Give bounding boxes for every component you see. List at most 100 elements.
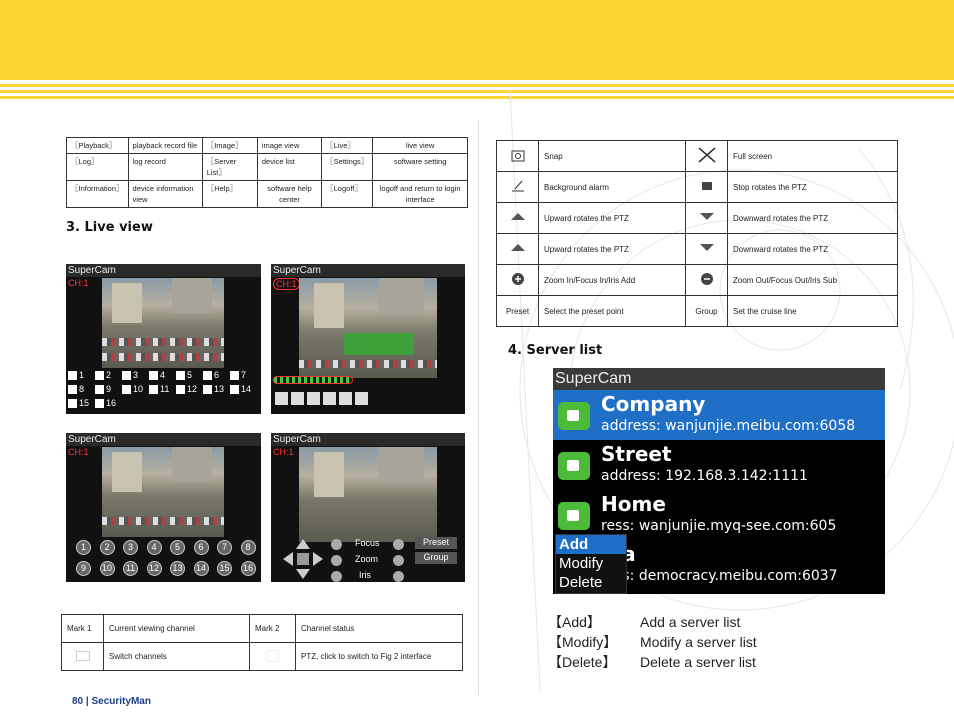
channel-checkbox[interactable]: 13 <box>203 384 224 394</box>
fullscreen-icon[interactable] <box>339 392 352 405</box>
legend-key: 【Delete】 <box>548 654 617 670</box>
plus-icon[interactable] <box>331 555 342 566</box>
snap-icon[interactable] <box>323 392 336 405</box>
channel-number-button[interactable]: 9 <box>76 561 91 576</box>
channel-number-button[interactable]: 6 <box>193 540 209 555</box>
channel-checkbox[interactable]: 1 <box>68 370 84 380</box>
background-alarm-icon[interactable] <box>355 392 368 405</box>
table-cell <box>685 202 728 234</box>
menu-item-delete[interactable]: Delete <box>556 573 626 592</box>
channel-number-button[interactable]: 13 <box>170 561 185 576</box>
channel-number-button[interactable]: 7 <box>217 540 232 555</box>
channel-checkbox[interactable]: 6 <box>203 370 219 380</box>
plus-icon[interactable] <box>331 571 342 582</box>
channel-number: 8 <box>79 384 85 394</box>
stop-icon[interactable] <box>307 392 320 405</box>
mark-table: Mark 1 Current viewing channel Mark 2 Ch… <box>61 614 463 671</box>
focus-label: Focus <box>355 538 380 548</box>
table-cell: logoff and return to login interface <box>372 180 468 208</box>
minus-icon[interactable] <box>393 571 404 582</box>
table-cell <box>496 140 539 172</box>
channel-number-button[interactable]: 10 <box>99 561 115 576</box>
checkbox-icon <box>95 370 104 380</box>
channel-number: 9 <box>106 384 112 394</box>
table-cell <box>685 140 728 172</box>
channel-checkbox[interactable]: 9 <box>95 384 111 394</box>
arrow-icon[interactable] <box>275 392 288 405</box>
checkbox-icon <box>230 370 239 380</box>
table-cell: device list <box>256 153 323 181</box>
channel-checkbox[interactable]: 8 <box>68 384 84 394</box>
legend-desc: Add a server list <box>640 614 741 630</box>
server-list-item[interactable]: Home ress: wanjunjie.myq-see.com:605 <box>553 490 885 540</box>
table-cell: Mark 2 <box>249 614 296 643</box>
legend-delete: 【Delete】 Delete a server list <box>548 652 756 672</box>
table-cell: software setting <box>372 153 468 181</box>
legend-desc: Delete a server list <box>640 654 756 670</box>
checkbox-icon <box>203 370 212 380</box>
snap-icon <box>511 150 524 162</box>
table-cell: 〖Playback〗 <box>66 137 129 154</box>
plus-icon[interactable] <box>331 539 342 550</box>
app-title: SuperCam <box>66 433 261 446</box>
channel-number-button[interactable]: 11 <box>123 561 138 576</box>
live-view-screen-numbers: SuperCam CH:1 1 2 3 4 5 6 7 8 9 10 11 12 13 14 15 16 <box>66 433 261 582</box>
server-address: address: wanjunjie.meibu.com:6058 <box>601 418 856 434</box>
live-view-screen-channels: SuperCam CH:1 1 2 3 4 5 6 7 8 9 10 11 12 13 14 15 16 <box>66 264 261 414</box>
channel-checkbox[interactable]: 12 <box>176 384 197 394</box>
server-list-item[interactable]: Company address: wanjunjie.meibu.com:605… <box>553 390 885 440</box>
minus-icon[interactable] <box>393 555 404 566</box>
checkbox-icon <box>122 384 131 394</box>
channel-label: CH:1 <box>68 278 89 288</box>
channel-number-button[interactable]: 2 <box>99 540 115 555</box>
channel-number-button[interactable]: 5 <box>170 540 185 555</box>
channel-number-button[interactable]: 8 <box>240 540 256 555</box>
channel-checkbox[interactable]: 16 <box>95 398 116 408</box>
server-name: Company <box>601 392 706 416</box>
channel-number-button[interactable]: 16 <box>240 561 256 576</box>
menu-item-modify[interactable]: Modify <box>556 554 626 573</box>
header-stripe <box>0 84 954 87</box>
checkbox-icon <box>95 384 104 394</box>
table-cell: live view <box>372 137 468 154</box>
table-cell: Channel status <box>295 614 463 643</box>
channel-checkbox[interactable]: 14 <box>230 384 251 394</box>
channel-number-button[interactable]: 12 <box>146 561 162 576</box>
direction-pad-icon[interactable] <box>281 537 325 581</box>
channel-number-button[interactable]: 1 <box>76 540 91 555</box>
channel-number-button[interactable]: 15 <box>217 561 232 576</box>
checkbox-icon <box>230 384 239 394</box>
channel-number-button[interactable]: 14 <box>193 561 209 576</box>
iris-label: Iris <box>359 570 371 580</box>
table-cell <box>249 642 296 671</box>
channel-checkbox[interactable]: 5 <box>176 370 192 380</box>
server-list-item[interactable]: Street address: 192.168.3.142:1111 <box>553 440 885 490</box>
live-view-heading: 3. Live view <box>66 220 153 235</box>
alarm-icon[interactable] <box>291 392 304 405</box>
channel-checkbox[interactable]: 15 <box>68 398 89 408</box>
legend-modify: 【Modify】 Modify a server list <box>548 632 757 652</box>
minus-icon[interactable] <box>393 539 404 550</box>
group-button[interactable]: Group <box>415 552 457 564</box>
table-cell: 〖Log〗 <box>66 153 129 181</box>
zoom-label: Zoom <box>355 554 379 564</box>
down-arrow-icon <box>699 244 714 251</box>
channel-number-button[interactable]: 3 <box>123 540 138 555</box>
server-address: ress: wanjunjie.myq-see.com:605 <box>601 518 837 534</box>
menu-item-add[interactable]: Add <box>556 535 626 554</box>
channel-checkbox[interactable]: 11 <box>149 384 169 394</box>
server-address: ress: democracy.meibu.com:6037 <box>601 568 838 584</box>
preset-button[interactable]: Preset <box>415 537 457 549</box>
channel-checkbox[interactable]: 2 <box>95 370 111 380</box>
channel-checkbox[interactable]: 4 <box>149 370 165 380</box>
channel-number-button[interactable]: 4 <box>146 540 162 555</box>
table-cell <box>496 233 539 265</box>
channel-checkbox[interactable]: 10 <box>122 384 143 394</box>
channel-checkbox[interactable]: 3 <box>122 370 138 380</box>
channel-checkbox[interactable]: 7 <box>230 370 246 380</box>
table-row: Snap Full screen <box>496 140 898 172</box>
table-cell <box>685 233 728 265</box>
table-row: Switch channels PTZ, click to switch to … <box>61 642 463 671</box>
checkbox-icon <box>176 384 185 394</box>
table-cell: software help center <box>256 180 323 208</box>
